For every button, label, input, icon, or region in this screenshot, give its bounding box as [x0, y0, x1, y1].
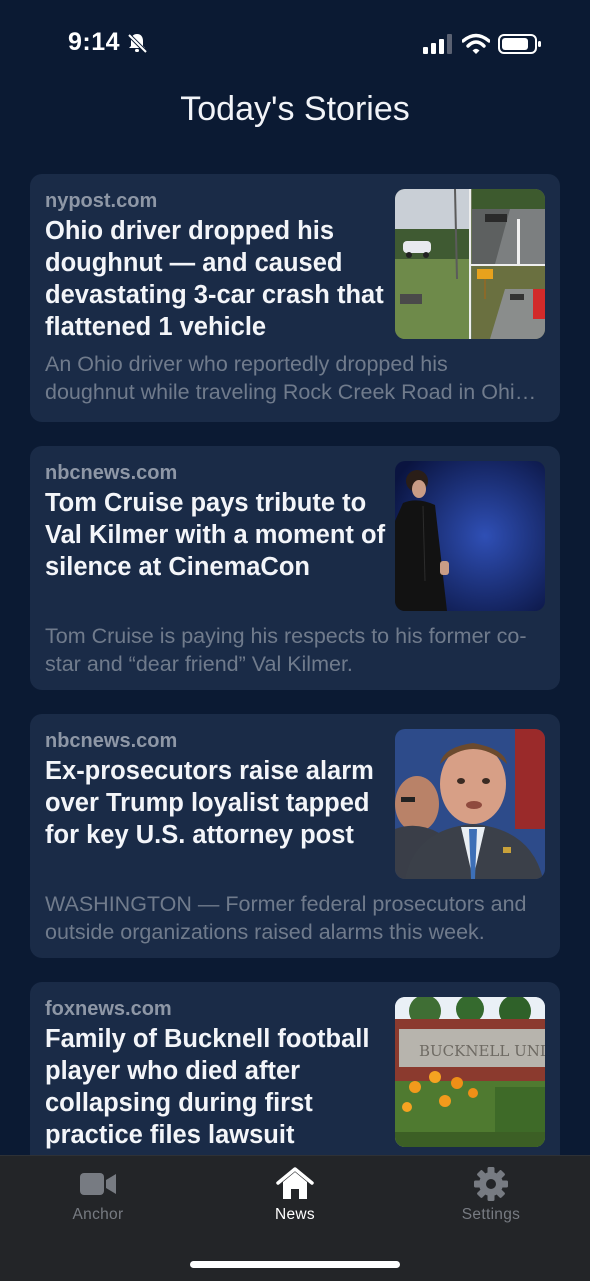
- video-camera-icon: [80, 1173, 116, 1195]
- story-headline: Ohio driver dropped his doughnut — and c…: [45, 217, 384, 341]
- gear-icon: [474, 1167, 508, 1201]
- story-source: nbcnews.com: [45, 462, 178, 484]
- story-source: nypost.com: [45, 190, 158, 212]
- story-thumbnail: [395, 461, 545, 611]
- status-time: 9:14: [68, 28, 121, 56]
- wifi-icon: [462, 33, 490, 54]
- tab-settings[interactable]: Settings: [431, 1166, 551, 1230]
- story-card[interactable]: foxnews.com Family of Bucknell football …: [30, 982, 560, 1155]
- tab-label: News: [275, 1206, 315, 1223]
- silent-bell-icon: [126, 32, 148, 54]
- battery-icon: [498, 34, 541, 54]
- story-summary: WASHINGTON — Former federal prosecutors …: [45, 892, 527, 944]
- story-summary: An Ohio driver who reportedly dropped hi…: [45, 352, 527, 404]
- story-summary: Tom Cruise is paying his respects to his…: [45, 624, 527, 676]
- story-thumbnail: BUCKNELL UNIVE: [395, 997, 545, 1147]
- story-thumbnail: [395, 189, 545, 339]
- story-thumbnail: [395, 729, 545, 879]
- tab-label: Settings: [461, 1206, 521, 1223]
- tab-anchor[interactable]: Anchor: [38, 1166, 158, 1230]
- story-card[interactable]: nypost.com Ohio driver dropped his dough…: [30, 174, 560, 422]
- story-headline: Ex-prosecutors raise alarm over Trump lo…: [45, 757, 374, 849]
- story-source: foxnews.com: [45, 998, 172, 1020]
- sign-text: BUCKNELL UNIVE: [419, 1042, 545, 1060]
- page-title: Today's Stories: [180, 90, 410, 128]
- status-bar: 9:14: [0, 0, 590, 88]
- story-headline: Family of Bucknell football player who d…: [45, 1025, 370, 1149]
- story-card[interactable]: nbcnews.com Ex-prosecutors raise alarm o…: [30, 714, 560, 958]
- tab-news[interactable]: News: [235, 1166, 355, 1230]
- home-icon: [276, 1167, 314, 1199]
- cellular-signal-icon: [423, 34, 452, 54]
- story-card[interactable]: nbcnews.com Tom Cruise pays tribute to V…: [30, 446, 560, 690]
- story-feed[interactable]: nypost.com Ohio driver dropped his dough…: [0, 174, 590, 1155]
- story-headline: Tom Cruise pays tribute to Val Kilmer wi…: [45, 489, 386, 581]
- home-indicator[interactable]: [190, 1261, 400, 1268]
- story-source: nbcnews.com: [45, 730, 178, 752]
- tab-label: Anchor: [72, 1206, 124, 1223]
